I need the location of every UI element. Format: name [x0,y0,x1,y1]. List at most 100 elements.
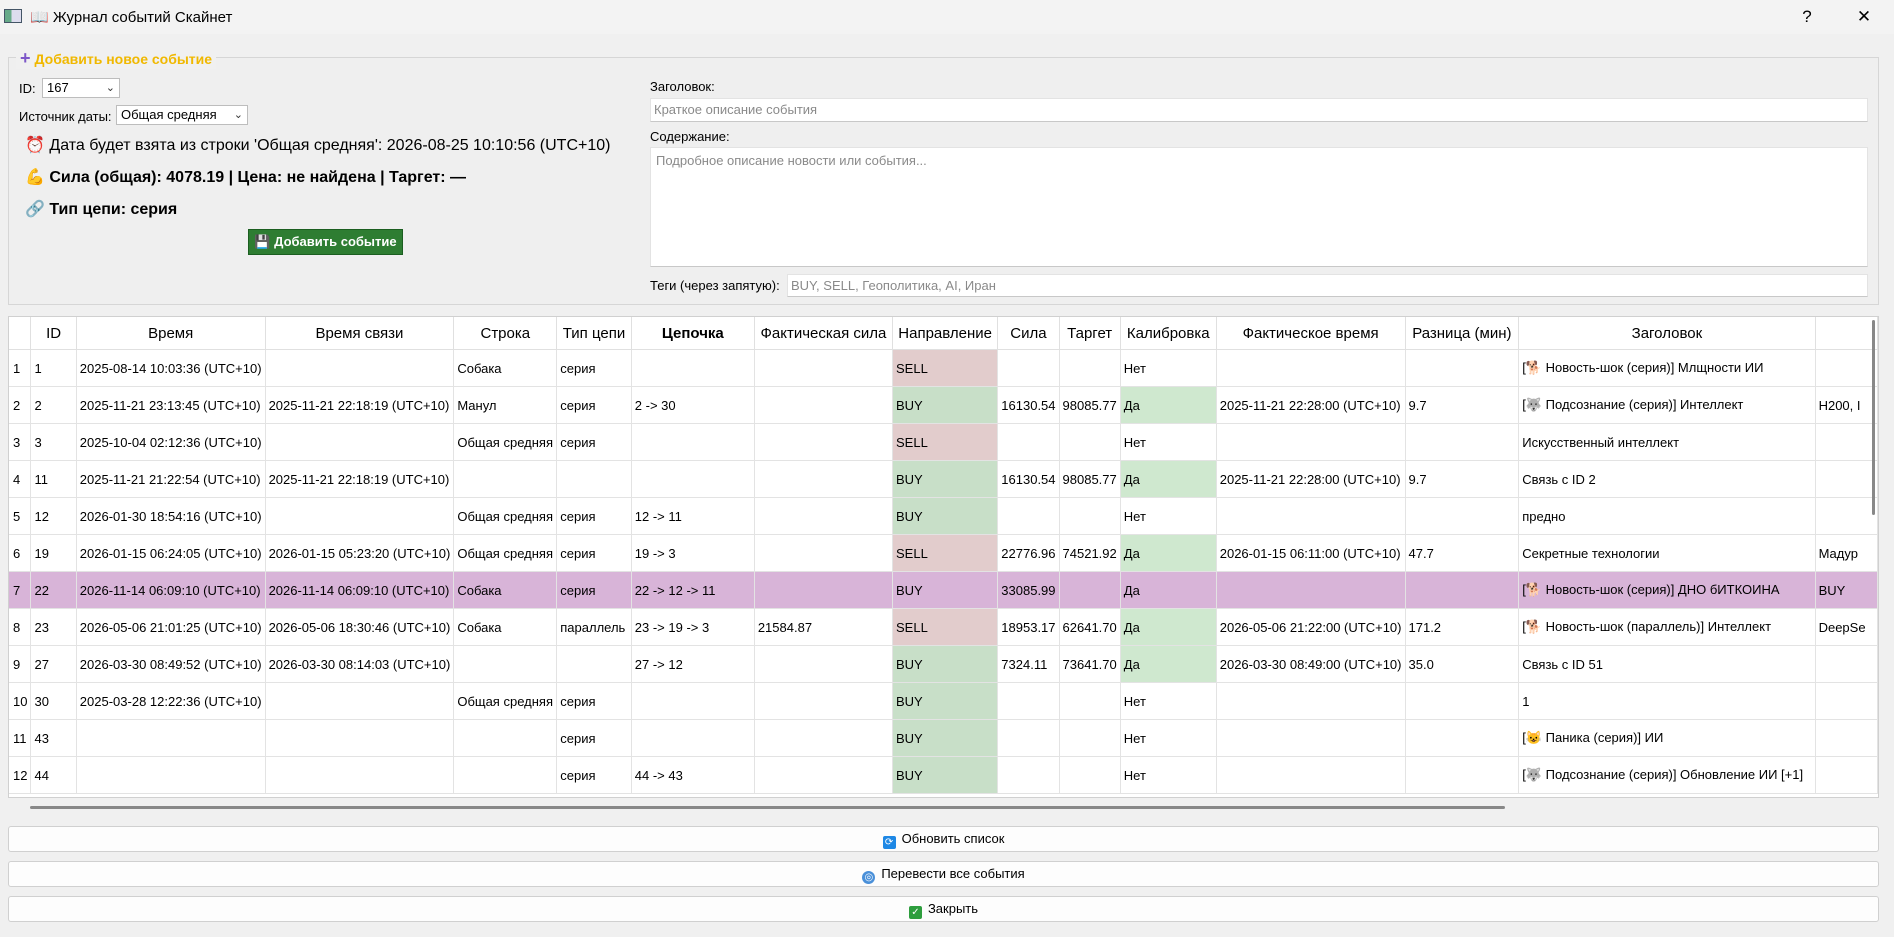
cell-diff-min[interactable] [1405,719,1520,757]
close-window-button[interactable]: ✕ [1844,4,1884,30]
cell-id[interactable]: 23 [30,608,77,646]
cell-chain[interactable]: 12 -> 11 [631,497,755,535]
cell-chain-type[interactable]: серия [556,571,632,609]
cell-actual-time[interactable]: 2026-05-06 21:22:00 (UTC+10) [1216,608,1406,646]
cell-link-time[interactable] [265,756,455,794]
cell-calibration[interactable]: Да [1120,534,1217,572]
cell-chain[interactable]: 27 -> 12 [631,645,755,683]
cell-actual-time[interactable] [1216,423,1406,461]
cell-headline[interactable]: Связь с ID 51 [1518,645,1816,683]
cell-row-number[interactable]: 8 [9,608,32,646]
column-header-chain[interactable]: Цепочка [631,317,755,350]
cell-time[interactable]: 2025-11-21 23:13:45 (UTC+10) [76,386,266,424]
cell-power[interactable]: 16130.54 [997,460,1060,498]
column-header-chain-type[interactable]: Тип цепи [556,317,632,350]
cell-link-time[interactable]: 2026-11-14 06:09:10 (UTC+10) [265,571,455,609]
cell-extra[interactable] [1815,460,1878,498]
cell-target[interactable] [1059,571,1121,609]
cell-direction[interactable]: BUY [892,756,999,794]
cell-time[interactable]: 2026-03-30 08:49:52 (UTC+10) [76,645,266,683]
cell-id[interactable]: 43 [30,719,77,757]
cell-power[interactable]: 18953.17 [997,608,1060,646]
cell-link-time[interactable] [265,423,455,461]
cell-target[interactable] [1059,756,1121,794]
cell-chain-type[interactable] [556,460,632,498]
cell-headline[interactable]: Искусственный интеллект [1518,423,1816,461]
table-row[interactable]: 11 43 серия BUY Нет [😺 Паника (серия)] ИИ [9,719,1878,757]
cell-extra[interactable]: H200, I [1815,386,1878,424]
cell-chain-type[interactable]: серия [556,423,632,461]
cell-power[interactable] [997,423,1060,461]
cell-chain[interactable] [631,349,755,387]
cell-direction[interactable]: SELL [892,608,999,646]
cell-line[interactable]: Манул [453,386,558,424]
cell-power[interactable]: 7324.11 [997,645,1060,683]
cell-row-number[interactable]: 11 [9,719,32,757]
table-row[interactable]: 3 3 2025-10-04 02:12:36 (UTC+10) Общая сред… [9,423,1878,461]
cell-link-time[interactable]: 2026-01-15 05:23:20 (UTC+10) [265,534,455,572]
close-button[interactable]: ✓ Закрыть [8,896,1879,922]
column-header-direction[interactable]: Направление [892,317,999,350]
cell-calibration[interactable]: Да [1120,645,1217,683]
cell-time[interactable]: 2025-11-21 21:22:54 (UTC+10) [76,460,266,498]
cell-actual-power[interactable] [754,497,894,535]
table-row[interactable]: 12 44 серия 44 -> 43 BUY Нет [🐺 Подсознание (с… [9,756,1878,794]
cell-line[interactable]: Общая средняя [453,497,558,535]
cell-chain-type[interactable]: серия [556,682,632,720]
cell-row-number[interactable]: 7 [9,571,32,609]
cell-row-number[interactable]: 10 [9,682,32,720]
cell-time[interactable]: 2026-01-15 06:24:05 (UTC+10) [76,534,266,572]
cell-direction[interactable]: BUY [892,460,999,498]
cell-row-number[interactable]: 5 [9,497,32,535]
cell-diff-min[interactable]: 9.7 [1405,460,1520,498]
cell-calibration[interactable]: Нет [1120,497,1217,535]
cell-actual-time[interactable]: 2025-11-21 22:28:00 (UTC+10) [1216,460,1406,498]
cell-chain[interactable] [631,719,755,757]
cell-id[interactable]: 11 [30,460,77,498]
cell-line[interactable] [453,756,558,794]
cell-actual-time[interactable] [1216,756,1406,794]
cell-target[interactable] [1059,423,1121,461]
id-combobox[interactable]: 167 ⌄ [42,78,120,98]
cell-extra[interactable] [1815,682,1878,720]
cell-diff-min[interactable]: 47.7 [1405,534,1520,572]
tags-input[interactable]: BUY, SELL, Геополитика, AI, Иран [787,274,1868,297]
cell-actual-power[interactable] [754,756,894,794]
cell-line[interactable]: Общая средняя [453,682,558,720]
cell-diff-min[interactable] [1405,682,1520,720]
cell-line[interactable]: Собака [453,571,558,609]
cell-headline[interactable]: [😺 Паника (серия)] ИИ [1518,719,1816,757]
cell-row-number[interactable]: 3 [9,423,32,461]
cell-extra[interactable] [1815,719,1878,757]
cell-target[interactable]: 98085.77 [1059,386,1121,424]
cell-extra[interactable]: DeepSe [1815,608,1878,646]
cell-power[interactable]: 22776.96 [997,534,1060,572]
cell-chain[interactable]: 2 -> 30 [631,386,755,424]
column-header-calibration[interactable]: Калибровка [1120,317,1217,350]
headline-input[interactable]: Краткое описание события [650,98,1868,122]
cell-row-number[interactable]: 6 [9,534,32,572]
table-row[interactable]: 1 1 2025-08-14 10:03:36 (UTC+10) Собака сери… [9,349,1878,387]
column-header-diff-min[interactable]: Разница (мин) [1405,317,1520,350]
column-header-headline[interactable]: Заголовок [1518,317,1816,350]
column-header-time[interactable]: Время [76,317,266,350]
cell-power[interactable]: 16130.54 [997,386,1060,424]
cell-headline[interactable]: Секретные технологии [1518,534,1816,572]
cell-chain[interactable]: 23 -> 19 -> 3 [631,608,755,646]
cell-line[interactable]: Собака [453,608,558,646]
cell-calibration[interactable]: Нет [1120,756,1217,794]
cell-time[interactable]: 2026-05-06 21:01:25 (UTC+10) [76,608,266,646]
cell-extra[interactable] [1815,497,1878,535]
cell-direction[interactable]: SELL [892,349,999,387]
cell-id[interactable]: 22 [30,571,77,609]
cell-id[interactable]: 44 [30,756,77,794]
content-textarea[interactable]: Подробное описание новости или события..… [650,147,1868,267]
cell-direction[interactable]: BUY [892,571,999,609]
add-event-button[interactable]: 💾 Добавить событие [248,229,403,255]
cell-id[interactable]: 30 [30,682,77,720]
cell-power[interactable] [997,682,1060,720]
cell-line[interactable]: Общая средняя [453,423,558,461]
cell-headline[interactable]: [🐺 Подсознание (серия)] Обновление ИИ [+… [1518,756,1816,794]
cell-calibration[interactable]: Нет [1120,719,1217,757]
column-header-target[interactable]: Таргет [1059,317,1121,350]
